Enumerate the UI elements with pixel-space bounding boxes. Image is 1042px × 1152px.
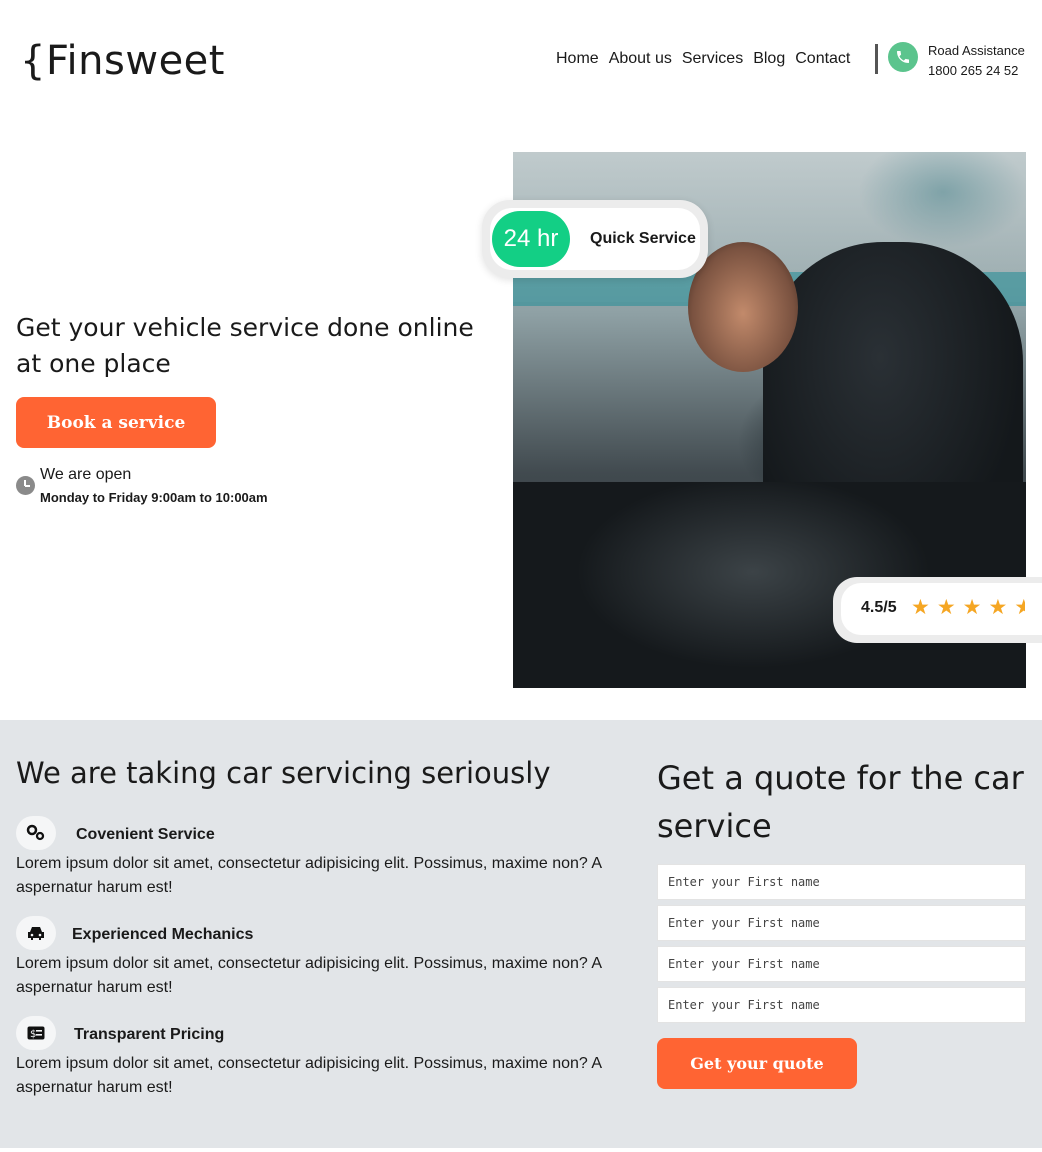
rating-stars: ★ ★ ★ ★ ★: [911, 595, 1025, 620]
road-assistance-phone[interactable]: 1800 265 24 52: [928, 63, 1018, 78]
open-label: We are open: [40, 466, 132, 483]
phone-icon[interactable]: [888, 42, 918, 72]
feature-title: Transparent Pricing: [74, 1026, 225, 1043]
nav-about[interactable]: About us: [609, 50, 672, 68]
feature-description: Lorem ipsum dolor sit amet, consectetur …: [16, 955, 602, 996]
first-name-field[interactable]: [657, 946, 1026, 982]
book-service-button[interactable]: Book a service: [16, 397, 216, 448]
features-title: We are taking car servicing seriously: [16, 756, 551, 790]
rating-value: 4.5/5: [861, 599, 897, 616]
star-icon: ★: [936, 596, 956, 619]
nav-services[interactable]: Services: [682, 50, 743, 68]
main-nav: Home About us Services Blog Contact: [556, 50, 850, 68]
quick-service-time: 24 hr: [492, 211, 570, 267]
first-name-field[interactable]: [657, 864, 1026, 900]
logo[interactable]: {Finsweet: [20, 38, 225, 84]
clock-icon: [16, 476, 35, 495]
get-quote-button[interactable]: Get your quote: [657, 1038, 857, 1089]
star-icon: ★: [962, 596, 982, 619]
money-icon: $: [16, 1016, 56, 1050]
feature-title: Covenient Service: [76, 826, 215, 843]
rating-badge: 4.5/5 ★ ★ ★ ★ ★: [833, 577, 1042, 643]
site-header: {Finsweet Home About us Services Blog Co…: [0, 0, 1042, 120]
feature-description: Lorem ipsum dolor sit amet, consectetur …: [16, 855, 602, 896]
quote-title: Get a quote for the car service: [657, 759, 1024, 845]
nav-contact[interactable]: Contact: [795, 50, 850, 68]
first-name-field[interactable]: [657, 987, 1026, 1023]
nav-home[interactable]: Home: [556, 50, 599, 68]
car-icon: [16, 916, 56, 950]
star-icon: ★: [911, 596, 930, 619]
half-star-icon: ★: [1014, 596, 1026, 619]
svg-text:$: $: [30, 1029, 36, 1040]
open-hours: Monday to Friday 9:00am to 10:00am: [40, 490, 268, 505]
star-icon: ★: [988, 596, 1008, 619]
feature-description: Lorem ipsum dolor sit amet, consectetur …: [16, 1055, 602, 1096]
gears-icon: [16, 816, 56, 850]
hero-title: Get your vehicle service done online at …: [16, 313, 474, 378]
nav-blog[interactable]: Blog: [753, 50, 785, 68]
first-name-field[interactable]: [657, 905, 1026, 941]
quick-service-label: Quick Service: [590, 230, 696, 247]
quick-service-badge: 24 hr Quick Service: [482, 200, 708, 278]
road-assistance-label: Road Assistance: [928, 43, 1025, 58]
feature-title: Experienced Mechanics: [72, 926, 254, 943]
services-quote-section: We are taking car servicing seriously Co…: [0, 720, 1042, 1148]
nav-divider: [875, 44, 878, 74]
